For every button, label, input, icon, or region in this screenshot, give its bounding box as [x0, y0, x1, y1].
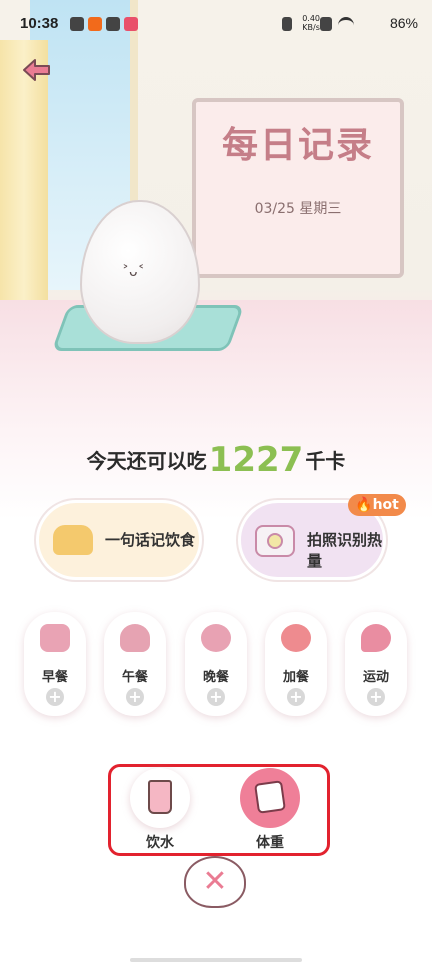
back-button[interactable] — [22, 58, 52, 82]
mascot-face-icon: ˃ᴗ˂ — [122, 264, 145, 280]
app-notification-icon — [88, 17, 102, 31]
status-bar: 10:38 0.40 KB/s 86% — [0, 0, 432, 48]
photo-calorie-label: 拍照识别热量 — [307, 531, 383, 570]
daily-record-board: 每日记录 03/25 星期三 — [192, 98, 404, 278]
wifi-icon — [338, 17, 354, 34]
hot-badge-text: hot — [372, 497, 399, 513]
mail-notification-icon — [106, 17, 120, 31]
water-label: 饮水 — [146, 835, 174, 851]
hot-badge: 🔥hot — [348, 494, 406, 516]
meal-card-lunch[interactable]: 午餐 + — [104, 612, 166, 716]
meal-label: 早餐 — [41, 670, 68, 685]
status-time: 10:38 — [20, 15, 59, 32]
net-speed-unit: KB/s — [302, 23, 320, 32]
add-icon[interactable]: + — [287, 688, 305, 706]
egg-mascot: ˃ᴗ˂ — [80, 200, 200, 344]
calorie-remaining: 今天还可以吃1227 千卡 — [0, 440, 432, 480]
close-button[interactable]: ✕ — [184, 856, 246, 908]
close-icon: ✕ — [202, 864, 228, 899]
add-icon[interactable]: + — [207, 688, 225, 706]
bread-icon — [40, 624, 70, 652]
text-food-log-label: 一句话记饮食 — [105, 531, 196, 549]
calorie-value: 1227 — [208, 440, 304, 480]
meal-card-breakfast[interactable]: 早餐 + — [24, 612, 86, 716]
sim-icon — [320, 17, 332, 31]
tomato-icon — [281, 624, 311, 652]
back-arrow-icon — [23, 59, 50, 81]
date-label: 03/25 星期三 — [254, 201, 342, 217]
meal-label: 晚餐 — [202, 670, 229, 685]
vibrate-icon — [282, 17, 292, 31]
meal-label: 运动 — [362, 670, 389, 685]
meal-label: 午餐 — [121, 670, 148, 685]
scale-icon — [254, 780, 286, 814]
meal-card-dinner[interactable]: 晚餐 + — [185, 612, 247, 716]
add-icon[interactable]: + — [46, 688, 64, 706]
board-title: 每日记录 — [221, 125, 374, 166]
app-notification-icon — [124, 17, 138, 31]
rice-bowl-icon — [120, 624, 150, 652]
weight-label: 体重 — [256, 835, 284, 851]
meal-card-exercise[interactable]: 运动 + — [345, 612, 407, 716]
pingpong-icon — [361, 624, 391, 652]
add-icon[interactable]: + — [367, 688, 385, 706]
network-speed: 0.40 KB/s — [302, 14, 320, 32]
plate-icon — [201, 624, 231, 652]
weight-button[interactable] — [240, 768, 300, 828]
calorie-prefix: 今天还可以吃 — [86, 449, 207, 473]
battery-level: 86% — [389, 15, 418, 31]
calorie-unit: 千卡 — [305, 449, 346, 473]
camera-icon — [255, 525, 295, 557]
net-speed-value: 0.40 — [302, 14, 320, 23]
app-notification-icon — [70, 17, 84, 31]
text-food-log-button[interactable]: 一句话记饮食 — [36, 500, 202, 580]
home-indicator — [130, 958, 302, 962]
water-button[interactable] — [130, 768, 190, 828]
cup-icon — [148, 780, 172, 814]
bread-icon — [53, 525, 93, 555]
meal-label: 加餐 — [282, 670, 309, 685]
meal-card-snack[interactable]: 加餐 + — [265, 612, 327, 716]
add-icon[interactable]: + — [126, 688, 144, 706]
